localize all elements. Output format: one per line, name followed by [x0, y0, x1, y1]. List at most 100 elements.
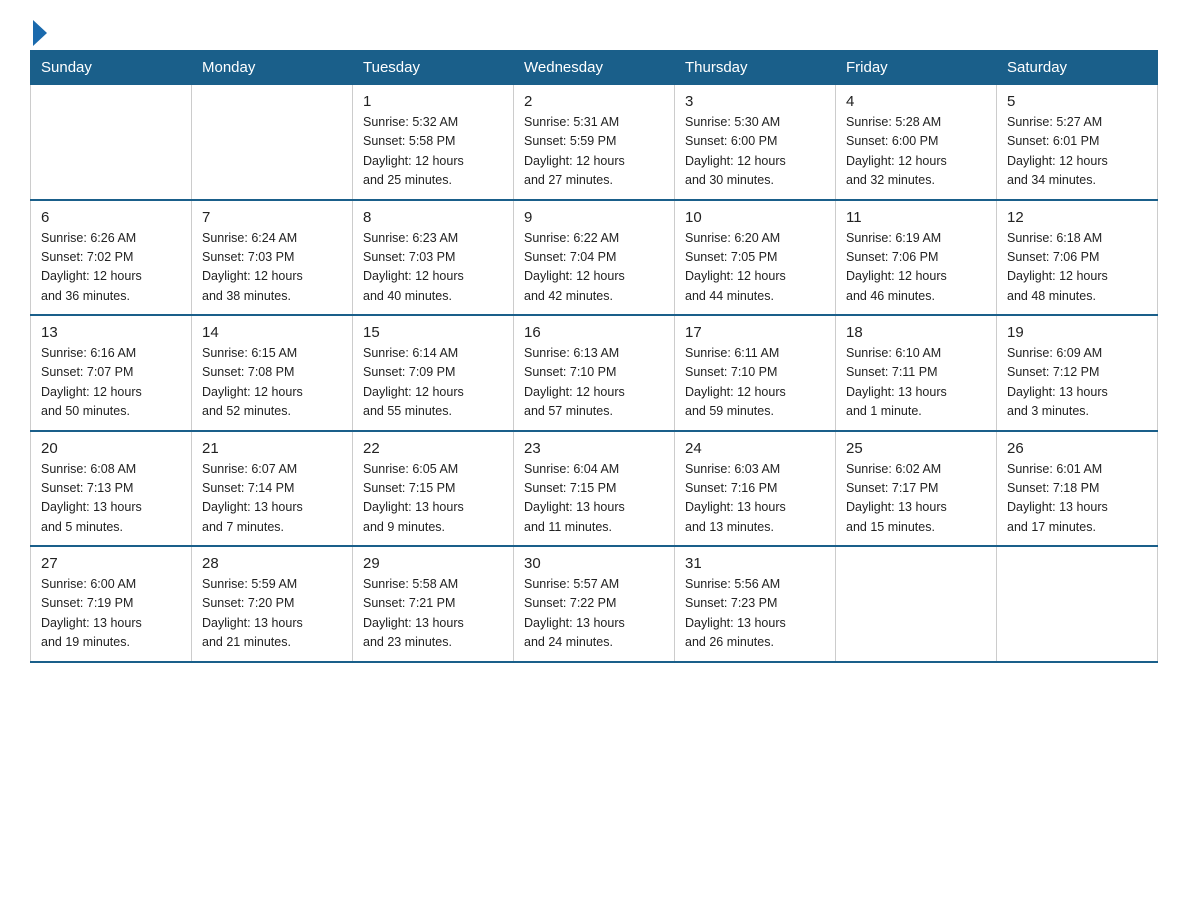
- calendar-cell: 25 Sunrise: 6:02 AM Sunset: 7:17 PM Dayli…: [836, 431, 997, 547]
- day-info: Sunrise: 6:22 AM Sunset: 7:04 PM Dayligh…: [524, 229, 664, 307]
- day-number: 30: [524, 555, 664, 572]
- calendar-cell: 27Sunrise: 6:00 AM Sunset: 7:19 PM Dayli…: [31, 546, 192, 662]
- day-info: Sunrise: 6:09 AM Sunset: 7:12 PM Dayligh…: [1007, 344, 1147, 422]
- day-header-tuesday: Tuesday: [353, 51, 514, 85]
- day-info: Sunrise: 6:19 AM Sunset: 7:06 PM Dayligh…: [846, 229, 986, 307]
- day-info: Sunrise: 5:30 AM Sunset: 6:00 PM Dayligh…: [685, 113, 825, 191]
- day-number: 25: [846, 440, 986, 457]
- day-number: 13: [41, 324, 181, 341]
- day-number: 31: [685, 555, 825, 572]
- day-info: Sunrise: 5:57 AM Sunset: 7:22 PM Dayligh…: [524, 575, 664, 653]
- calendar-cell: [192, 85, 353, 200]
- calendar-cell: 23 Sunrise: 6:04 AM Sunset: 7:15 PM Dayli…: [514, 431, 675, 547]
- calendar-cell: 20 Sunrise: 6:08 AM Sunset: 7:13 PM Dayli…: [31, 431, 192, 547]
- page-header: [30, 20, 1158, 40]
- day-info: Sunrise: 5:31 AM Sunset: 5:59 PM Dayligh…: [524, 113, 664, 191]
- day-info: Sunrise: 6:00 AM Sunset: 7:19 PM Dayligh…: [41, 575, 181, 653]
- day-info: Sunrise: 5:32 AM Sunset: 5:58 PM Dayligh…: [363, 113, 503, 191]
- calendar-cell: 16 Sunrise: 6:13 AM Sunset: 7:10 PM Dayli…: [514, 315, 675, 431]
- calendar-cell: [31, 85, 192, 200]
- day-number: 12: [1007, 209, 1147, 226]
- day-info: Sunrise: 6:05 AM Sunset: 7:15 PM Dayligh…: [363, 460, 503, 538]
- day-number: 20: [41, 440, 181, 457]
- week-row-2: 6 Sunrise: 6:26 AM Sunset: 7:02 PM Daylig…: [31, 200, 1158, 316]
- day-info: Sunrise: 6:03 AM Sunset: 7:16 PM Dayligh…: [685, 460, 825, 538]
- day-number: 8: [363, 209, 503, 226]
- calendar-cell: 29 Sunrise: 5:58 AM Sunset: 7:21 PM Dayli…: [353, 546, 514, 662]
- day-info: Sunrise: 6:24 AM Sunset: 7:03 PM Dayligh…: [202, 229, 342, 307]
- day-info: Sunrise: 6:16 AM Sunset: 7:07 PM Dayligh…: [41, 344, 181, 422]
- calendar-cell: 11 Sunrise: 6:19 AM Sunset: 7:06 PM Dayli…: [836, 200, 997, 316]
- day-number: 4: [846, 93, 986, 110]
- day-header-wednesday: Wednesday: [514, 51, 675, 85]
- calendar-cell: 30 Sunrise: 5:57 AM Sunset: 7:22 PM Dayli…: [514, 546, 675, 662]
- day-info: Sunrise: 6:26 AM Sunset: 7:02 PM Dayligh…: [41, 229, 181, 307]
- day-number: 29: [363, 555, 503, 572]
- day-info: Sunrise: 5:58 AM Sunset: 7:21 PM Dayligh…: [363, 575, 503, 653]
- calendar-cell: 10 Sunrise: 6:20 AM Sunset: 7:05 PM Dayli…: [675, 200, 836, 316]
- calendar-cell: 18 Sunrise: 6:10 AM Sunset: 7:11 PM Dayli…: [836, 315, 997, 431]
- day-number: 22: [363, 440, 503, 457]
- day-number: 23: [524, 440, 664, 457]
- calendar-cell: 6 Sunrise: 6:26 AM Sunset: 7:02 PM Daylig…: [31, 200, 192, 316]
- calendar-cell: 8 Sunrise: 6:23 AM Sunset: 7:03 PM Daylig…: [353, 200, 514, 316]
- day-info: Sunrise: 6:10 AM Sunset: 7:11 PM Dayligh…: [846, 344, 986, 422]
- calendar-cell: 28 Sunrise: 5:59 AM Sunset: 7:20 PM Dayli…: [192, 546, 353, 662]
- day-number: 1: [363, 93, 503, 110]
- calendar-cell: 2 Sunrise: 5:31 AM Sunset: 5:59 PM Daylig…: [514, 85, 675, 200]
- calendar-cell: 26Sunrise: 6:01 AM Sunset: 7:18 PM Dayli…: [997, 431, 1158, 547]
- calendar-cell: 13 Sunrise: 6:16 AM Sunset: 7:07 PM Dayli…: [31, 315, 192, 431]
- day-info: Sunrise: 6:13 AM Sunset: 7:10 PM Dayligh…: [524, 344, 664, 422]
- day-number: 17: [685, 324, 825, 341]
- day-info: Sunrise: 6:11 AM Sunset: 7:10 PM Dayligh…: [685, 344, 825, 422]
- day-number: 11: [846, 209, 986, 226]
- day-number: 15: [363, 324, 503, 341]
- calendar-cell: 15 Sunrise: 6:14 AM Sunset: 7:09 PM Dayli…: [353, 315, 514, 431]
- day-number: 2: [524, 93, 664, 110]
- day-number: 18: [846, 324, 986, 341]
- day-info: Sunrise: 6:20 AM Sunset: 7:05 PM Dayligh…: [685, 229, 825, 307]
- calendar-cell: 5 Sunrise: 5:27 AM Sunset: 6:01 PM Daylig…: [997, 85, 1158, 200]
- calendar-cell: 19 Sunrise: 6:09 AM Sunset: 7:12 PM Dayli…: [997, 315, 1158, 431]
- calendar-cell: 17 Sunrise: 6:11 AM Sunset: 7:10 PM Dayli…: [675, 315, 836, 431]
- day-info: Sunrise: 6:01 AM Sunset: 7:18 PM Dayligh…: [1007, 460, 1147, 538]
- calendar-cell: [836, 546, 997, 662]
- day-number: 5: [1007, 93, 1147, 110]
- day-header-thursday: Thursday: [675, 51, 836, 85]
- day-number: 9: [524, 209, 664, 226]
- calendar-cell: 7Sunrise: 6:24 AM Sunset: 7:03 PM Daylig…: [192, 200, 353, 316]
- week-row-1: 1 Sunrise: 5:32 AM Sunset: 5:58 PM Daylig…: [31, 85, 1158, 200]
- day-header-sunday: Sunday: [31, 51, 192, 85]
- days-header-row: SundayMondayTuesdayWednesdayThursdayFrid…: [31, 51, 1158, 85]
- day-info: Sunrise: 5:28 AM Sunset: 6:00 PM Dayligh…: [846, 113, 986, 191]
- calendar-cell: 21Sunrise: 6:07 AM Sunset: 7:14 PM Dayli…: [192, 431, 353, 547]
- calendar-cell: 14 Sunrise: 6:15 AM Sunset: 7:08 PM Dayli…: [192, 315, 353, 431]
- day-number: 28: [202, 555, 342, 572]
- day-info: Sunrise: 5:27 AM Sunset: 6:01 PM Dayligh…: [1007, 113, 1147, 191]
- day-header-saturday: Saturday: [997, 51, 1158, 85]
- week-row-3: 13 Sunrise: 6:16 AM Sunset: 7:07 PM Dayli…: [31, 315, 1158, 431]
- calendar-table: SundayMondayTuesdayWednesdayThursdayFrid…: [30, 50, 1158, 663]
- calendar-cell: 4 Sunrise: 5:28 AM Sunset: 6:00 PM Daylig…: [836, 85, 997, 200]
- day-number: 24: [685, 440, 825, 457]
- day-number: 21: [202, 440, 342, 457]
- week-row-4: 20 Sunrise: 6:08 AM Sunset: 7:13 PM Dayli…: [31, 431, 1158, 547]
- day-info: Sunrise: 6:15 AM Sunset: 7:08 PM Dayligh…: [202, 344, 342, 422]
- day-number: 19: [1007, 324, 1147, 341]
- day-number: 14: [202, 324, 342, 341]
- day-number: 10: [685, 209, 825, 226]
- day-number: 3: [685, 93, 825, 110]
- calendar-cell: 22 Sunrise: 6:05 AM Sunset: 7:15 PM Dayli…: [353, 431, 514, 547]
- calendar-cell: 3 Sunrise: 5:30 AM Sunset: 6:00 PM Daylig…: [675, 85, 836, 200]
- calendar-cell: 24 Sunrise: 6:03 AM Sunset: 7:16 PM Dayli…: [675, 431, 836, 547]
- calendar-cell: [997, 546, 1158, 662]
- day-info: Sunrise: 6:08 AM Sunset: 7:13 PM Dayligh…: [41, 460, 181, 538]
- day-header-monday: Monday: [192, 51, 353, 85]
- day-info: Sunrise: 6:23 AM Sunset: 7:03 PM Dayligh…: [363, 229, 503, 307]
- day-number: 16: [524, 324, 664, 341]
- day-info: Sunrise: 6:02 AM Sunset: 7:17 PM Dayligh…: [846, 460, 986, 538]
- day-info: Sunrise: 5:59 AM Sunset: 7:20 PM Dayligh…: [202, 575, 342, 653]
- day-number: 6: [41, 209, 181, 226]
- day-info: Sunrise: 6:04 AM Sunset: 7:15 PM Dayligh…: [524, 460, 664, 538]
- day-info: Sunrise: 6:14 AM Sunset: 7:09 PM Dayligh…: [363, 344, 503, 422]
